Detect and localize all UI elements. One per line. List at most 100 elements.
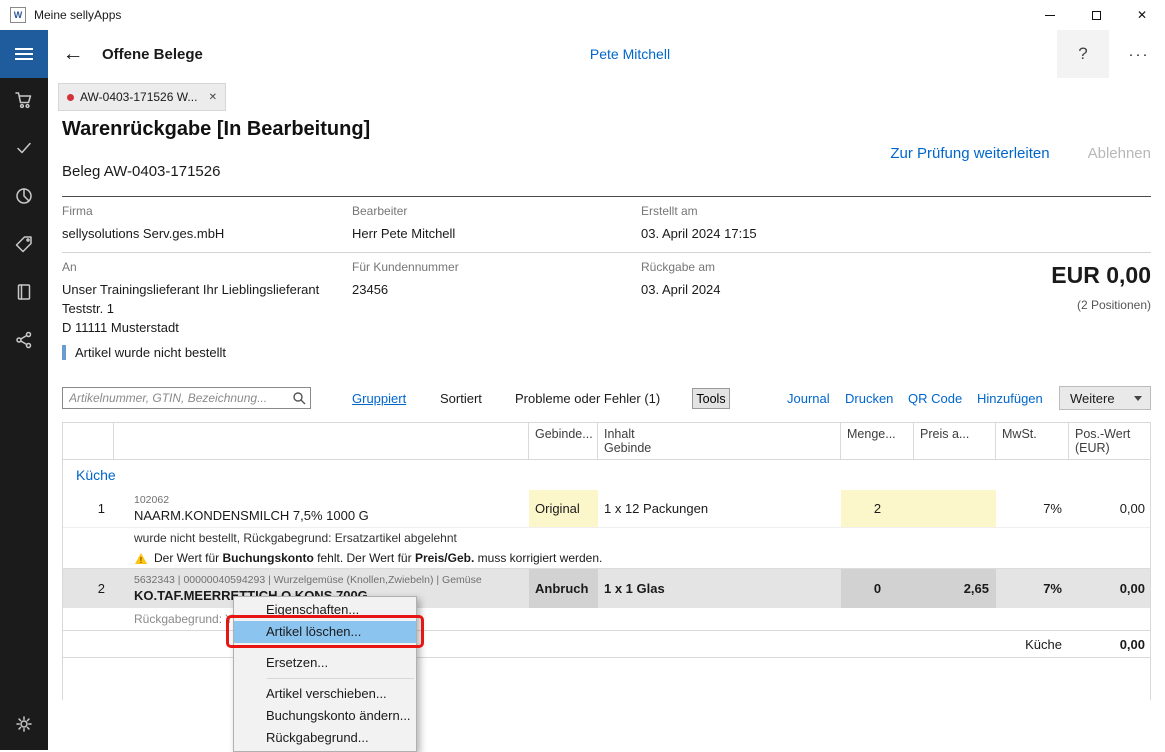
close-icon: ✕ xyxy=(1137,8,1147,22)
sidebar-item-catalog[interactable] xyxy=(0,270,48,318)
rueckgabe-am-label: Rückgabe am xyxy=(641,260,715,274)
minimize-button[interactable] xyxy=(1027,0,1073,30)
bearbeiter-value: Herr Pete Mitchell xyxy=(352,224,455,243)
search-icon xyxy=(292,391,306,405)
col-header-num xyxy=(63,423,114,459)
maximize-button[interactable] xyxy=(1073,0,1119,30)
gear-icon xyxy=(14,714,34,739)
back-button[interactable]: ← xyxy=(58,30,88,78)
supplier-city: D 11111 Musterstadt xyxy=(62,318,319,337)
mwst-cell: 7% xyxy=(996,490,1069,527)
context-menu-item-artikel-loeschen[interactable]: Artikel löschen... xyxy=(234,621,416,643)
qr-code-link[interactable]: QR Code xyxy=(908,391,962,406)
chevron-down-icon xyxy=(1134,396,1142,401)
kundennummer-value: 23456 xyxy=(352,280,388,299)
supplier-street: Teststr. 1 xyxy=(62,299,319,318)
table-row[interactable]: 1 102062 NAARM.KONDENSMILCH 7,5% 1000 G … xyxy=(63,490,1150,528)
grouped-toggle[interactable]: Gruppiert xyxy=(352,391,406,406)
problems-filter[interactable]: Probleme oder Fehler (1) xyxy=(515,391,660,406)
col-header-article xyxy=(114,423,529,459)
sidebar xyxy=(0,78,48,750)
journal-link[interactable]: Journal xyxy=(787,391,830,406)
context-menu-item-artikel-verschieben[interactable]: Artikel verschieben... xyxy=(234,683,416,705)
kundennummer-label: Für Kundennummer xyxy=(352,260,459,274)
group-total-row: Küche 0,00 xyxy=(63,630,1150,658)
table-row-selected[interactable]: 2 5632343 | 00000040594293 | Wurzelgemüs… xyxy=(63,568,1150,608)
col-header-wert[interactable]: Pos.-Wert(EUR) xyxy=(1069,423,1152,459)
more-dropdown-button[interactable]: Weitere xyxy=(1059,386,1151,410)
settings-button[interactable] xyxy=(0,702,48,750)
context-menu-item-buchungskonto-aendern[interactable]: Buchungskonto ändern... xyxy=(234,705,416,727)
gebinde-cell[interactable]: Original xyxy=(529,490,598,527)
mwst-cell: 7% xyxy=(996,569,1069,608)
rueckgabe-am-value: 03. April 2024 xyxy=(641,280,721,299)
document-tab[interactable]: AW-0403-171526 W... ✕ xyxy=(58,83,226,111)
print-link[interactable]: Drucken xyxy=(845,391,893,406)
hamburger-icon xyxy=(15,48,33,50)
app-icon-letter: W xyxy=(14,10,23,20)
document-actions: Zur Prüfung weiterleiten Ablehnen xyxy=(890,145,1151,162)
header-more-button[interactable]: ··· xyxy=(1117,30,1161,78)
an-label: An xyxy=(62,260,77,274)
hamburger-menu-button[interactable] xyxy=(0,30,48,78)
an-value: Unser Trainingslieferant Ihr Lieblingsli… xyxy=(62,280,319,337)
col-header-inhalt[interactable]: InhaltGebinde xyxy=(598,423,841,459)
unsaved-changes-dot xyxy=(67,94,74,101)
col-header-preis[interactable]: Preis a... xyxy=(914,423,996,459)
col-header-menge[interactable]: Menge... xyxy=(841,423,914,459)
context-menu-item-rueckgabegrund[interactable]: Rückgabegrund... xyxy=(234,727,416,749)
gebinde-cell[interactable]: Anbruch xyxy=(529,569,598,608)
inhalt-cell: 1 x 1 Glas xyxy=(598,569,841,608)
reject-button[interactable]: Ablehnen xyxy=(1088,145,1151,162)
close-button[interactable]: ✕ xyxy=(1119,0,1165,30)
sidebar-item-tasks[interactable] xyxy=(0,126,48,174)
warning-icon: ! xyxy=(134,552,148,565)
ellipsis-icon: ··· xyxy=(1129,46,1150,63)
window-title: Meine sellyApps xyxy=(34,8,121,22)
app-icon: W xyxy=(10,7,26,23)
tab-label: AW-0403-171526 W... xyxy=(80,90,203,104)
divider xyxy=(62,252,1151,253)
sidebar-item-share[interactable] xyxy=(0,318,48,366)
maximize-icon xyxy=(1092,11,1101,20)
erstellt-am-label: Erstellt am xyxy=(641,204,698,218)
tab-close-icon[interactable]: ✕ xyxy=(209,92,217,103)
main-content: Warenrückgabe [In Bearbeitung] Zur Prüfu… xyxy=(48,112,1165,750)
menge-cell[interactable]: 2 xyxy=(841,490,914,527)
menu-separator xyxy=(267,678,414,679)
context-menu-item-eigenschaften[interactable]: Eigenschaften... xyxy=(234,599,416,621)
price-tag-icon xyxy=(14,234,34,259)
total-amount: EUR 0,00 xyxy=(1051,262,1151,289)
article-cell: 102062 NAARM.KONDENSMILCH 7,5% 1000 G xyxy=(114,490,529,527)
menge-cell[interactable]: 0 xyxy=(841,569,914,608)
user-link[interactable]: Pete Mitchell xyxy=(540,30,720,78)
row-note: wurde nicht bestellt, Rückgabegrund: Ers… xyxy=(63,528,1150,548)
positions-count: (2 Positionen) xyxy=(1077,298,1151,312)
col-header-gebinde[interactable]: Gebinde... xyxy=(529,423,598,459)
svg-text:!: ! xyxy=(140,556,143,565)
context-menu-item-ersetzen[interactable]: Ersetzen... xyxy=(234,652,416,674)
preis-cell[interactable] xyxy=(914,490,996,527)
group-header-row: Küche xyxy=(63,460,1150,490)
preis-cell[interactable]: 2,65 xyxy=(914,569,996,608)
add-link[interactable]: Hinzufügen xyxy=(977,391,1043,406)
row-warning: ! Der Wert für Buchungskonto fehlt. Der … xyxy=(63,548,1150,568)
table-empty-area xyxy=(63,658,1150,700)
article-meta: 5632343 | 00000040594293 | Wurzelgemüse … xyxy=(134,574,482,587)
col-header-mwst[interactable]: MwSt. xyxy=(996,423,1069,459)
forward-for-review-button[interactable]: Zur Prüfung weiterleiten xyxy=(890,145,1049,162)
table-header-row: Gebinde... InhaltGebinde Menge... Preis … xyxy=(63,422,1150,460)
help-button[interactable]: ? xyxy=(1057,30,1109,78)
search-input[interactable] xyxy=(62,387,311,409)
sidebar-item-prices[interactable] xyxy=(0,222,48,270)
sidebar-item-cart[interactable] xyxy=(0,78,48,126)
sorted-toggle[interactable]: Sortiert xyxy=(440,391,482,406)
titlebar: W Meine sellyApps ✕ xyxy=(0,0,1165,30)
document-number: Beleg AW-0403-171526 xyxy=(62,163,220,180)
sidebar-item-reports[interactable] xyxy=(0,174,48,222)
firma-value: sellysolutions Serv.ges.mbH xyxy=(62,224,224,243)
row-note: Rückgabegrund: Y xyxy=(63,608,1150,630)
more-dropdown-label: Weitere xyxy=(1070,391,1115,406)
inhalt-cell: 1 x 12 Packungen xyxy=(598,490,841,527)
tools-button[interactable]: Tools xyxy=(692,388,730,409)
